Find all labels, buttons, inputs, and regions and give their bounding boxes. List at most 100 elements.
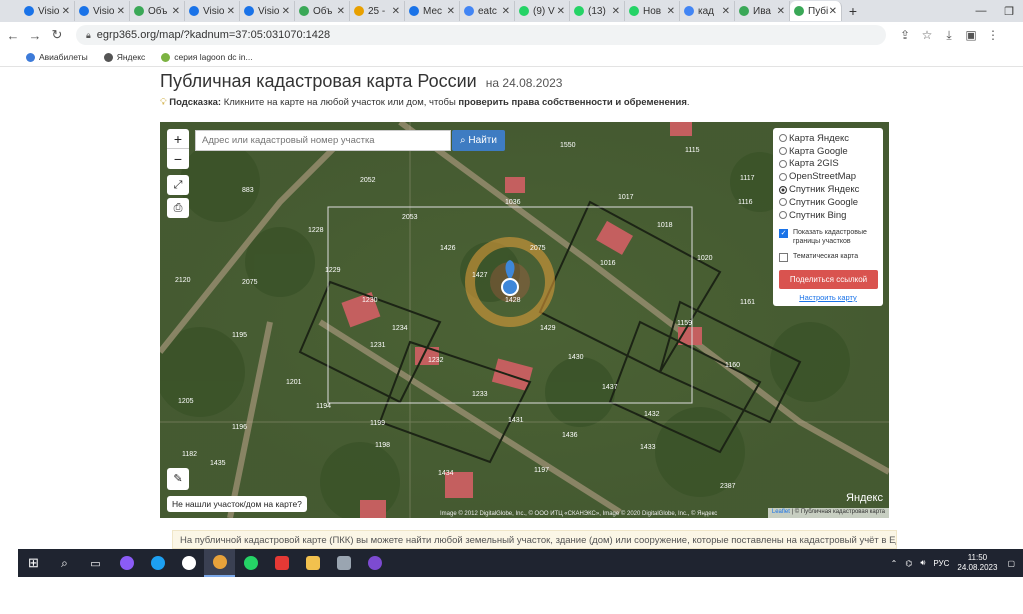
search-taskbar-icon[interactable]: ⌕: [49, 549, 80, 577]
plot-number-label[interactable]: 1426: [440, 245, 456, 252]
star-icon[interactable]: ☆: [916, 28, 938, 43]
plot-number-label[interactable]: 1036: [505, 199, 521, 206]
sidepanel-icon[interactable]: ▣: [960, 28, 982, 43]
plot-number-label[interactable]: 1116: [738, 199, 753, 206]
plot-number-label[interactable]: 1182: [182, 451, 197, 458]
plot-number-label[interactable]: 1199: [370, 420, 385, 427]
plot-number-label[interactable]: 1435: [210, 460, 226, 467]
minimize-icon[interactable]: —: [967, 5, 995, 17]
layer-option[interactable]: OpenStreetMap: [779, 170, 877, 183]
new-tab-button[interactable]: +: [842, 3, 864, 19]
close-tab-icon[interactable]: ✕: [117, 6, 125, 17]
plot-number-label[interactable]: 1115: [685, 147, 700, 154]
plot-number-label[interactable]: 1234: [392, 325, 408, 332]
clock[interactable]: 11:50 24.08.2023: [957, 553, 997, 573]
plot-number-label[interactable]: 2052: [360, 177, 376, 184]
plot-number-label[interactable]: 1195: [232, 332, 247, 339]
plot-number-label[interactable]: 1160: [725, 362, 740, 369]
plot-number-label[interactable]: 1231: [370, 342, 386, 349]
radio-button[interactable]: [779, 185, 787, 194]
close-tab-icon[interactable]: ✕: [282, 6, 290, 17]
tray-chevron-icon[interactable]: ⌃: [891, 559, 898, 568]
browser-tab[interactable]: (9) V ✕: [515, 1, 570, 21]
layer-option[interactable]: Карта 2GIS: [779, 158, 877, 171]
radio-button[interactable]: [779, 198, 787, 207]
plot-number-label[interactable]: 1429: [540, 325, 556, 332]
cadastral-map[interactable]: 1550 1115 1117 1116 2052 1036 1017 883 2053 1018 1…: [160, 122, 889, 518]
radio-button[interactable]: [779, 134, 787, 143]
plot-number-label[interactable]: 1430: [568, 354, 584, 361]
close-tab-icon[interactable]: ✕: [447, 6, 455, 17]
yandex-music-icon[interactable]: [266, 549, 297, 577]
plot-number-label[interactable]: 1428: [505, 297, 521, 304]
notifications-icon[interactable]: ▢: [1007, 559, 1015, 568]
radio-button[interactable]: [779, 211, 787, 220]
alice-icon[interactable]: [111, 549, 142, 577]
plot-number-label[interactable]: 1020: [697, 255, 713, 262]
plot-number-label[interactable]: 1161: [740, 299, 755, 306]
close-tab-icon[interactable]: ✕: [337, 6, 345, 17]
plot-number-label[interactable]: 1201: [286, 379, 302, 386]
close-tab-icon[interactable]: ✕: [227, 6, 235, 17]
plot-number-label[interactable]: 1194: [316, 403, 331, 410]
game-icon[interactable]: [328, 549, 359, 577]
close-tab-icon[interactable]: ✕: [612, 6, 620, 17]
layer-option[interactable]: Спутник Bing: [779, 209, 877, 222]
plot-number-label[interactable]: 2075: [530, 245, 546, 252]
configure-map-link[interactable]: Настроить карту: [779, 293, 877, 302]
layer-option[interactable]: Карта Яндекс: [779, 132, 877, 145]
download-icon[interactable]: ⤓: [938, 28, 960, 43]
close-tab-icon[interactable]: ✕: [829, 6, 837, 17]
windows-start-icon[interactable]: ⊞: [18, 549, 49, 577]
plot-number-label[interactable]: 1233: [472, 391, 488, 398]
ruler-icon[interactable]: ✎: [167, 468, 189, 490]
plot-number-label[interactable]: 1229: [325, 267, 341, 274]
plot-number-label[interactable]: 1198: [375, 442, 390, 449]
menu-icon[interactable]: ⋮: [982, 28, 1004, 43]
radio-button[interactable]: [779, 147, 787, 156]
share-icon[interactable]: ⇪: [894, 28, 916, 43]
forward-icon[interactable]: →: [26, 28, 44, 43]
bookmark-item[interactable]: Яндекс: [103, 52, 145, 62]
close-tab-icon[interactable]: ✕: [777, 6, 785, 17]
browser-tab[interactable]: Объ ✕: [295, 1, 350, 21]
plot-number-label[interactable]: 1232: [428, 357, 444, 364]
viber-icon[interactable]: [359, 549, 390, 577]
print-icon[interactable]: ⎙: [167, 198, 189, 218]
browser-tab[interactable]: Visio ✕: [75, 1, 130, 21]
plot-number-label[interactable]: 2387: [720, 483, 736, 490]
browser-tab[interactable]: Ива ✕: [735, 1, 790, 21]
bookmark-item[interactable]: Авиабилеты: [26, 52, 88, 62]
thematic-checkbox[interactable]: Тематическая карта: [779, 252, 877, 262]
address-bar[interactable]: 🔒︎ egrp365.org/map/?kadnum=37:05:031070:…: [76, 25, 886, 45]
close-tab-icon[interactable]: ✕: [62, 6, 70, 17]
browser-tab[interactable]: Мес ✕: [405, 1, 460, 21]
plot-number-label[interactable]: 1018: [657, 222, 673, 229]
leaflet-link[interactable]: Leaflet: [772, 509, 790, 515]
plot-number-label[interactable]: 1016: [600, 260, 616, 267]
volume-icon[interactable]: 🔊︎: [920, 558, 925, 568]
plot-number-label[interactable]: 1159: [677, 320, 692, 327]
search-button[interactable]: ⌕ Найти: [452, 130, 505, 151]
browser-tab[interactable]: eatc ✕: [460, 1, 515, 21]
browser-tab[interactable]: Visio ✕: [20, 1, 75, 21]
plot-number-label[interactable]: 1437: [602, 384, 618, 391]
restore-icon[interactable]: ❐: [995, 5, 1023, 18]
plot-number-label[interactable]: 2053: [402, 214, 418, 221]
radio-button[interactable]: [779, 159, 787, 168]
layer-option[interactable]: Карта Google: [779, 145, 877, 158]
plot-number-label[interactable]: 1436: [562, 432, 578, 439]
close-tab-icon[interactable]: ✕: [722, 6, 730, 17]
close-tab-icon[interactable]: ✕: [557, 6, 565, 17]
plot-number-label[interactable]: 1197: [534, 467, 549, 474]
zoom-out-button[interactable]: −: [167, 149, 189, 169]
browser-tab[interactable]: Объ ✕: [130, 1, 185, 21]
close-tab-icon[interactable]: ✕: [667, 6, 675, 17]
plot-number-label[interactable]: 883: [242, 187, 254, 194]
task-view-icon[interactable]: ▭: [80, 549, 111, 577]
close-tab-icon[interactable]: ✕: [502, 6, 510, 17]
plot-number-label[interactable]: 2075: [242, 279, 258, 286]
search-input[interactable]: [195, 130, 451, 151]
layer-option[interactable]: Спутник Google: [779, 196, 877, 209]
plot-number-label[interactable]: 1550: [560, 142, 576, 149]
